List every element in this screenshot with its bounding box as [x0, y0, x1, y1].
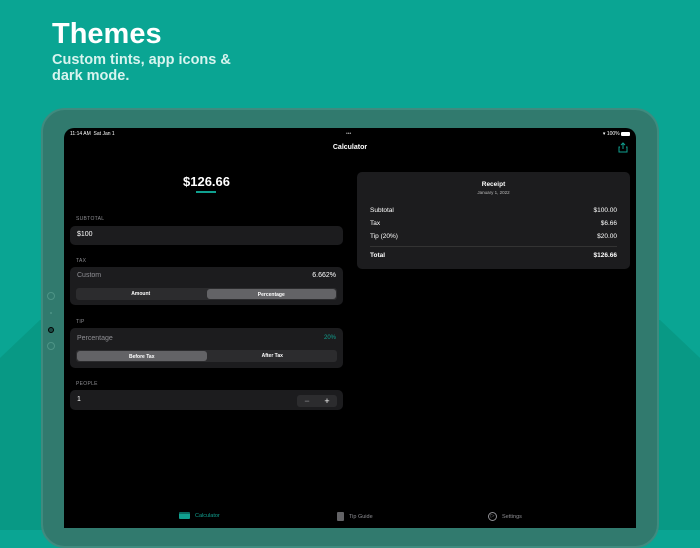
nav-title: Calculator	[332, 144, 368, 151]
tab-label: Calculator	[195, 512, 220, 519]
tax-card: Custom 6.662% Amount Percentage	[70, 267, 343, 305]
receipt-divider	[370, 246, 617, 247]
share-icon[interactable]	[618, 142, 628, 153]
multitask-dots-icon[interactable]: •••	[346, 131, 351, 137]
tab-settings[interactable]: ▷ Settings	[488, 512, 522, 521]
tab-label: Tip Guide	[349, 513, 373, 520]
hero-subtitle: Custom tints, app icons & dark mode.	[52, 52, 231, 84]
hero-title: Themes	[52, 18, 162, 50]
segment-before-tax[interactable]: Before Tax	[77, 351, 207, 361]
people-value: 1	[77, 396, 81, 403]
receipt-date: January 1, 2022	[477, 190, 510, 195]
tip-value[interactable]: 20%	[324, 335, 336, 341]
tax-value[interactable]: 6.662%	[312, 272, 336, 279]
segment-amount[interactable]: Amount	[76, 288, 206, 300]
battery-status: ▾ 100%	[603, 131, 630, 137]
tip-label: TIP	[76, 319, 85, 325]
segment-after-tax[interactable]: After Tax	[208, 350, 338, 362]
segment-percentage[interactable]: Percentage	[206, 289, 336, 299]
increment-button[interactable]: +	[317, 395, 337, 407]
lens-icon	[48, 327, 54, 333]
tax-segmented-control: Amount Percentage	[76, 288, 337, 300]
app-screen: 11:14 AM Sat Jan 1 ••• ▾ 100% Calculator…	[64, 128, 636, 528]
sensor-icon	[47, 342, 55, 350]
book-icon	[337, 512, 344, 521]
tip-mode: Percentage	[77, 335, 113, 342]
camera-icon	[47, 292, 55, 300]
subtotal-value: $100	[77, 231, 93, 238]
tab-tip-guide[interactable]: Tip Guide	[337, 512, 373, 521]
total-amount: $126.66	[183, 174, 230, 189]
people-stepper: − +	[297, 395, 337, 407]
tax-mode: Custom	[77, 272, 102, 279]
settings-icon: ▷	[488, 512, 497, 521]
total-underline	[196, 191, 216, 193]
receipt-row-subtotal: Subtotal $100.00	[370, 207, 617, 214]
tax-label: TAX	[76, 258, 87, 264]
tab-calculator[interactable]: Calculator	[179, 512, 220, 519]
sensor-dot	[50, 312, 52, 314]
people-label: PEOPLE	[76, 381, 98, 387]
credit-card-icon	[179, 512, 190, 519]
receipt-title: Receipt	[481, 181, 506, 188]
receipt-row-tip: Tip (20%) $20.00	[370, 233, 617, 240]
people-card: 1 − +	[70, 390, 343, 410]
status-time: 11:14 AM Sat Jan 1	[70, 131, 115, 137]
subtotal-label: SUBTOTAL	[76, 216, 105, 222]
receipt-row-tax: Tax $6.66	[370, 220, 617, 227]
tip-card: Percentage 20% Before Tax After Tax	[70, 328, 343, 368]
decrement-button[interactable]: −	[297, 395, 317, 407]
receipt-row-total: Total $126.66	[370, 252, 617, 259]
tab-label: Settings	[502, 513, 522, 520]
tip-segmented-control: Before Tax After Tax	[76, 350, 337, 362]
receipt-card: Receipt January 1, 2022 Subtotal $100.00 …	[357, 172, 630, 269]
subtotal-input[interactable]: $100	[70, 226, 343, 245]
